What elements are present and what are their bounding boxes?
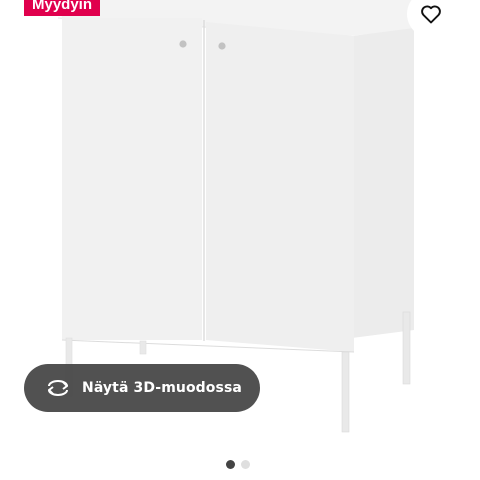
view-3d-button[interactable]: Näytä 3D-muodossa — [24, 364, 260, 412]
bestseller-label: Myydyin — [32, 0, 93, 13]
rotate-3d-icon — [44, 378, 72, 398]
product-gallery: Myydyin Näytä 3D-muodossa — [0, 0, 480, 480]
heart-icon — [421, 5, 441, 24]
pager-dot-2[interactable] — [241, 460, 250, 469]
image-pager — [226, 460, 250, 469]
view-3d-label: Näytä 3D-muodossa — [82, 380, 242, 396]
bestseller-badge: Myydyin — [24, 0, 101, 16]
pager-dot-1[interactable] — [226, 460, 235, 469]
